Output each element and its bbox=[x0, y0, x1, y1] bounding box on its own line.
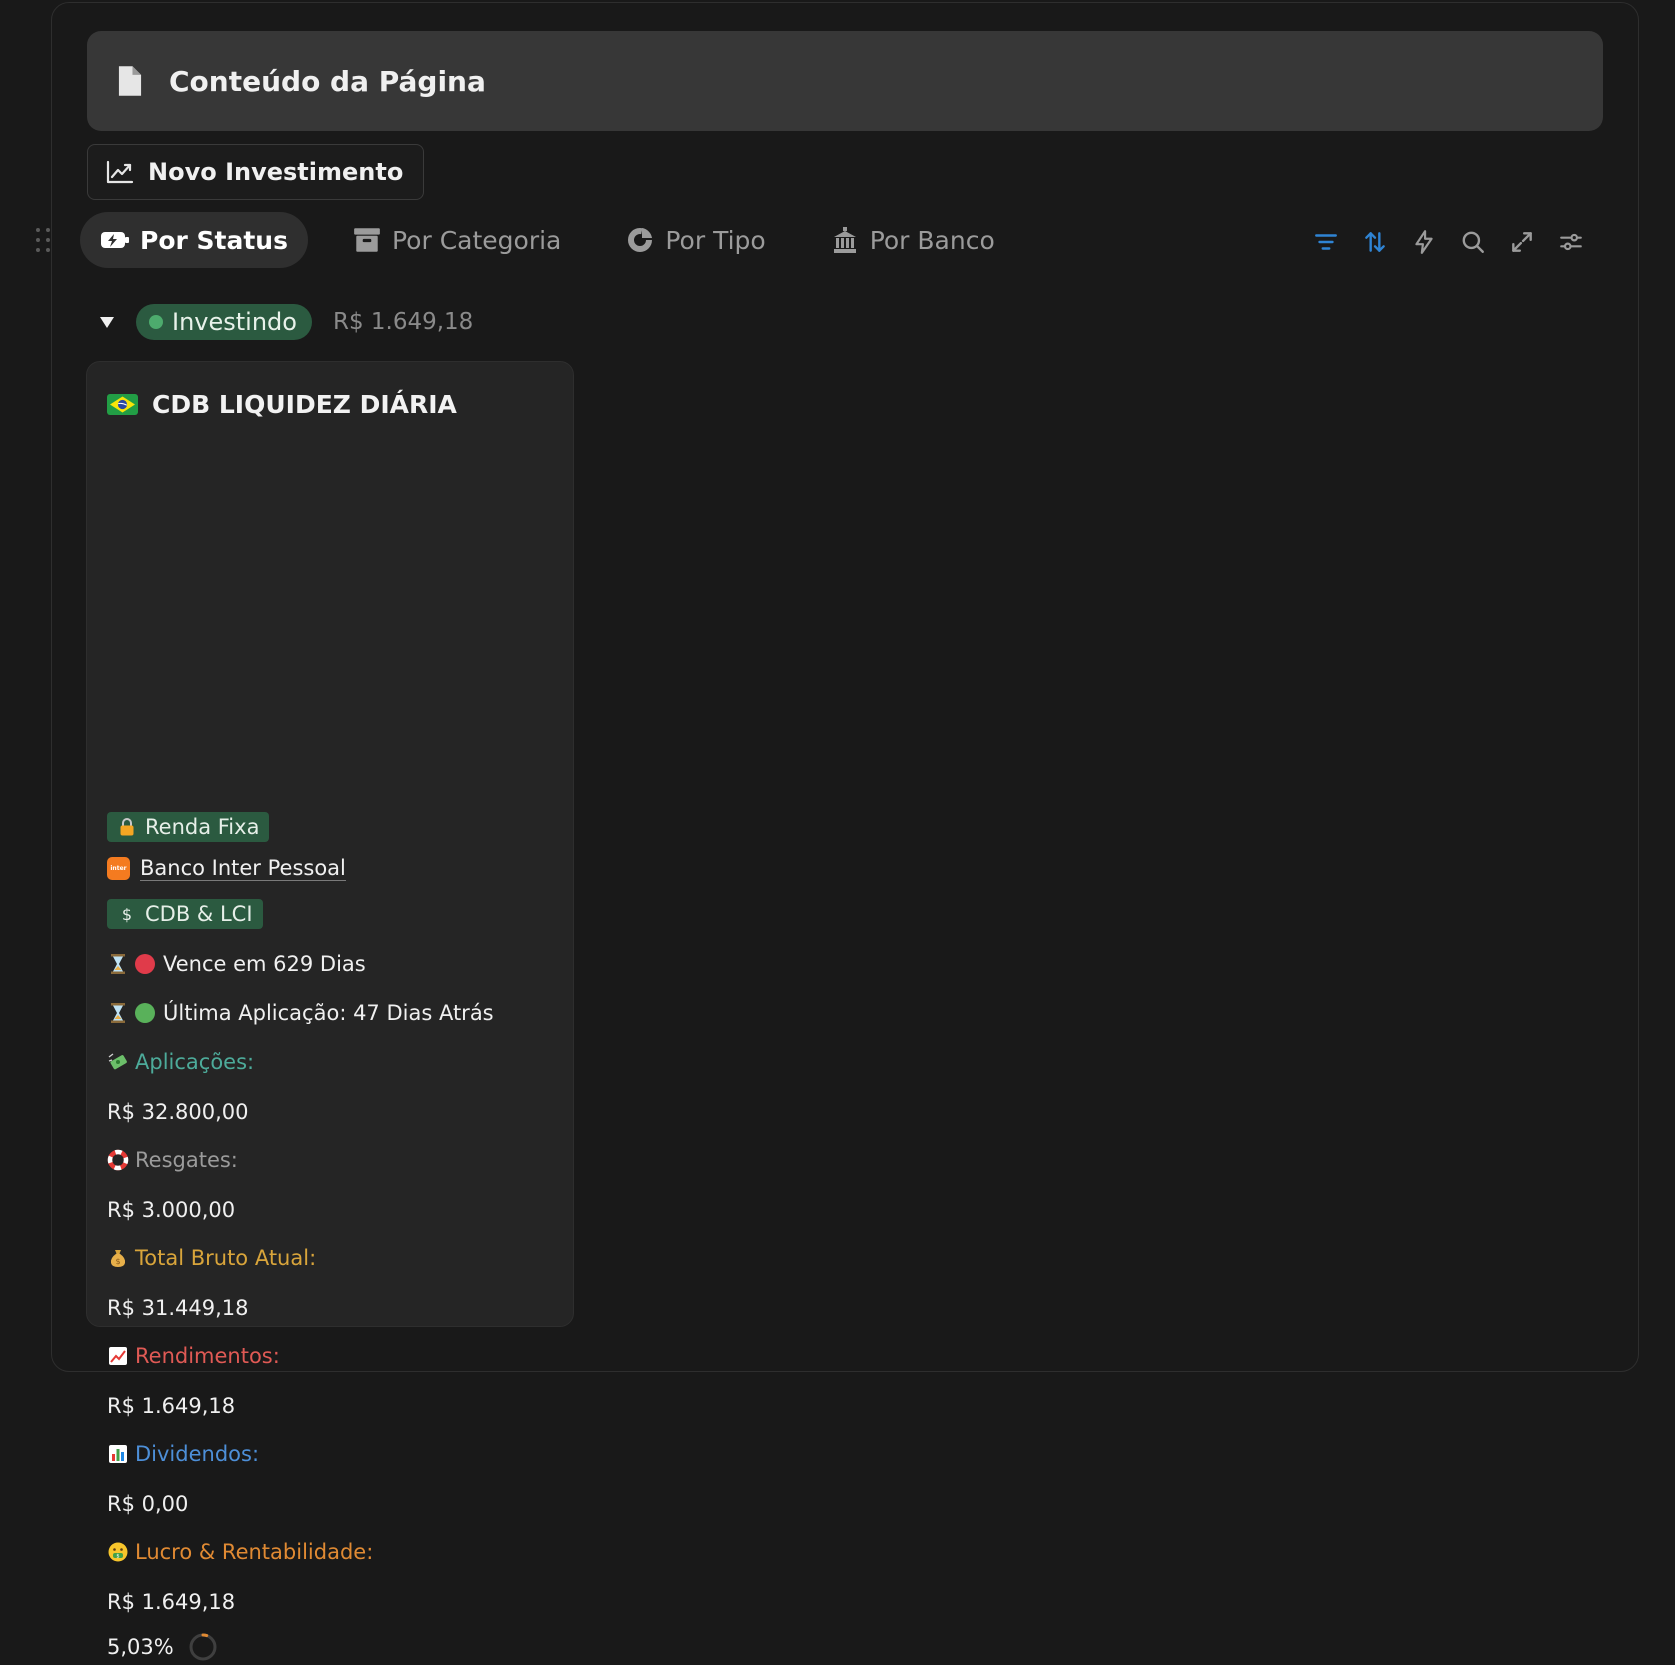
dividends-value: R$ 0,00 bbox=[107, 1492, 189, 1516]
page-header[interactable]: Conteúdo da Página bbox=[87, 31, 1603, 131]
bank-link[interactable]: Banco Inter Pessoal bbox=[140, 856, 346, 881]
green-circle-icon bbox=[135, 1003, 155, 1023]
automation-icon bbox=[1415, 230, 1433, 254]
archive-box-icon bbox=[354, 228, 380, 252]
pie-chart-icon bbox=[628, 228, 653, 252]
type-row: $ CDB & LCI bbox=[107, 899, 263, 929]
hourglass-icon bbox=[111, 954, 125, 974]
profitability-percent: 5,03% bbox=[107, 1635, 174, 1659]
svg-text:$: $ bbox=[122, 905, 132, 924]
new-investment-label: Novo Investimento bbox=[148, 158, 404, 186]
brazil-flag-icon bbox=[107, 393, 138, 415]
maturity-text: Vence em 629 Dias bbox=[163, 952, 366, 976]
tab-label: Por Status bbox=[140, 225, 288, 255]
chart-increasing-icon bbox=[109, 1347, 127, 1365]
filter-button[interactable] bbox=[1310, 222, 1342, 262]
card-title-row: CDB LIQUIDEZ DIÁRIA bbox=[107, 384, 457, 424]
card-title: CDB LIQUIDEZ DIÁRIA bbox=[152, 389, 457, 419]
sort-button[interactable] bbox=[1359, 222, 1391, 262]
lifebuoy-icon bbox=[107, 1149, 129, 1171]
bank-icon bbox=[833, 227, 856, 253]
last-application-row: Última Aplicação: 47 Dias Atrás bbox=[107, 998, 494, 1028]
page-title: Conteúdo da Página bbox=[169, 64, 486, 98]
dollar-icon: $ bbox=[122, 905, 132, 924]
new-investment-button[interactable]: Novo Investimento bbox=[87, 144, 425, 200]
expand-icon bbox=[1512, 232, 1532, 252]
group-sum: R$ 1.649,18 bbox=[332, 309, 474, 335]
money-flying-icon bbox=[108, 1053, 127, 1070]
applications-label: Aplicações: bbox=[135, 1050, 255, 1074]
tab-por-tipo[interactable]: Por Tipo bbox=[605, 212, 785, 268]
svg-text:$: $ bbox=[116, 1554, 119, 1560]
expand-button[interactable] bbox=[1506, 222, 1538, 262]
profit-label-row: $ Lucro & Rentabilidade: bbox=[107, 1537, 373, 1567]
bank-row: inter Banco Inter Pessoal bbox=[107, 852, 346, 884]
collapse-toggle-icon[interactable] bbox=[96, 311, 118, 333]
earnings-value: R$ 1.649,18 bbox=[107, 1394, 236, 1418]
earnings-label-row: Rendimentos: bbox=[107, 1341, 280, 1371]
last-application-text: Última Aplicação: 47 Dias Atrás bbox=[163, 1001, 494, 1025]
line-chart-icon bbox=[106, 160, 134, 184]
status-dot-icon bbox=[149, 315, 163, 329]
dividends-label-row: Dividendos: bbox=[107, 1439, 259, 1469]
svg-text:$: $ bbox=[115, 1257, 120, 1266]
tab-label: Por Banco bbox=[869, 225, 995, 255]
category-row: Renda Fixa bbox=[107, 812, 270, 842]
automation-button[interactable] bbox=[1408, 222, 1440, 262]
status-badge: Investindo bbox=[136, 304, 312, 340]
maturity-row: Vence em 629 Dias bbox=[107, 949, 366, 979]
sort-icon bbox=[1365, 232, 1385, 252]
tab-por-status[interactable]: Por Status bbox=[80, 212, 308, 268]
profit-label: Lucro & Rentabilidade: bbox=[135, 1540, 374, 1564]
money-bag-icon: $ bbox=[110, 1250, 126, 1267]
drag-handle-icon[interactable] bbox=[36, 228, 50, 256]
dividends-label: Dividendos: bbox=[135, 1442, 260, 1466]
type-tag: $ CDB & LCI bbox=[107, 899, 263, 929]
investment-card[interactable]: CDB LIQUIDEZ DIÁRIA Renda Fixa inter Ban… bbox=[86, 361, 574, 1661]
red-circle-icon bbox=[135, 954, 155, 974]
settings-sliders-icon bbox=[1560, 233, 1582, 251]
redemptions-label-row: Resgates: bbox=[107, 1145, 238, 1175]
database-toolbar bbox=[1310, 222, 1587, 262]
redemptions-value: R$ 3.000,00 bbox=[107, 1198, 236, 1222]
profit-value: R$ 1.649,18 bbox=[107, 1590, 236, 1614]
earnings-label: Rendimentos: bbox=[135, 1344, 280, 1368]
group-header-investindo: Investindo R$ 1.649,18 bbox=[96, 300, 473, 344]
battery-charging-icon bbox=[101, 232, 129, 248]
tab-por-banco[interactable]: Por Banco bbox=[810, 212, 1015, 268]
profitability-row: 5,03% bbox=[107, 1629, 218, 1665]
view-tabs: Por Status Por Categoria Por Tipo Por Ba… bbox=[80, 212, 1015, 268]
applications-label-row: Aplicações: bbox=[107, 1047, 254, 1077]
status-label: Investindo bbox=[172, 308, 297, 336]
redemptions-label: Resgates: bbox=[135, 1148, 238, 1172]
search-icon bbox=[1462, 231, 1484, 253]
category-tag: Renda Fixa bbox=[107, 812, 270, 842]
type-tag-label: CDB & LCI bbox=[145, 902, 253, 926]
filter-icon bbox=[1315, 234, 1337, 250]
search-button[interactable] bbox=[1457, 222, 1489, 262]
progress-ring bbox=[189, 1633, 217, 1661]
document-icon bbox=[118, 66, 142, 96]
category-tag-label: Renda Fixa bbox=[145, 815, 260, 839]
bar-chart-icon bbox=[109, 1445, 127, 1463]
hourglass-icon bbox=[111, 1003, 125, 1023]
applications-value: R$ 32.800,00 bbox=[107, 1100, 249, 1124]
tab-por-categoria[interactable]: Por Categoria bbox=[332, 212, 581, 268]
tab-label: Por Categoria bbox=[392, 225, 562, 255]
lock-icon bbox=[120, 818, 134, 836]
view-settings-button[interactable] bbox=[1555, 222, 1587, 262]
money-mouth-face-icon: $ bbox=[108, 1542, 128, 1562]
tab-label: Por Tipo bbox=[665, 225, 766, 255]
gross-total-value: R$ 31.449,18 bbox=[107, 1296, 249, 1320]
gross-total-label-row: $ Total Bruto Atual: bbox=[107, 1243, 316, 1273]
bank-inter-logo: inter bbox=[107, 856, 130, 880]
gross-total-label: Total Bruto Atual: bbox=[135, 1246, 317, 1270]
